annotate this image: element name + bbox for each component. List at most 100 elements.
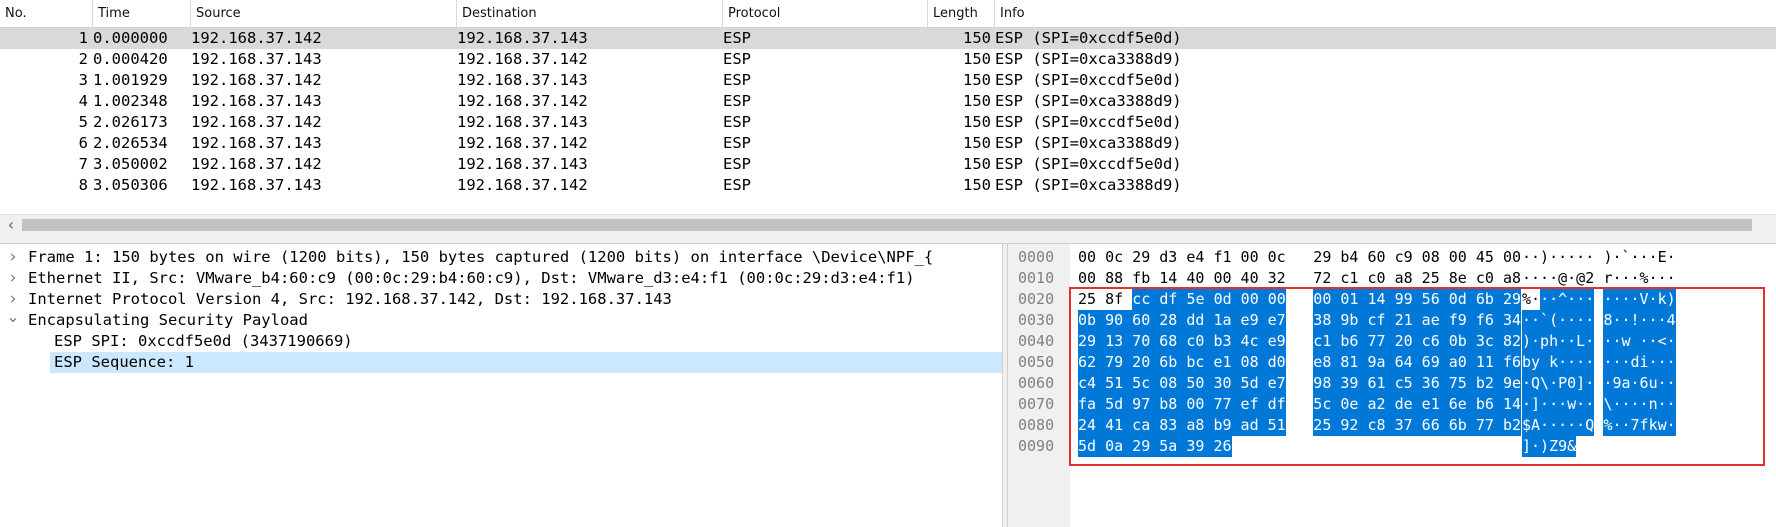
chevron-down-icon[interactable]: ⌄ — [6, 309, 20, 331]
detail-tree-item[interactable]: › Internet Protocol Version 4, Src: 192.1… — [0, 289, 1002, 310]
packet-protocol: ESP — [723, 176, 751, 194]
hex-row[interactable]: 0060 c4 51 5c 08 50 30 5d e7 98 39 61 c5 3… — [1008, 373, 1776, 394]
packet-row[interactable]: 6 2.026534 192.168.37.143 192.168.37.142 ESP… — [0, 133, 1776, 154]
detail-tree-item[interactable]: › Ethernet II, Src: VMware_b4:60:c9 (00:0… — [0, 268, 1002, 289]
column-header-destination[interactable]: Destination — [457, 0, 723, 28]
ascii-text-selected: ····V·k) — [1603, 289, 1676, 310]
packet-row[interactable]: 4 1.002348 192.168.37.143 192.168.37.142 ESP… — [0, 91, 1776, 112]
hex-bytes: 25 8f — [1078, 290, 1124, 308]
ascii-text-selected: ··w ··<· — [1603, 331, 1676, 352]
packet-destination: 192.168.37.142 — [457, 134, 588, 152]
packet-length: 150 — [963, 176, 991, 194]
packet-details-pane[interactable]: › Frame 1: 150 bytes on wire (1200 bits),… — [0, 244, 1002, 527]
ascii-text-selected: by k···· — [1522, 352, 1595, 373]
hex-bytes-selected: 5c 0e a2 de e1 6e b6 14 — [1313, 394, 1522, 415]
chevron-left-icon[interactable]: ‹ — [0, 215, 22, 235]
hex-row[interactable]: 0020 25 8f cc df 5e 0d 00 00 00 01 14 99 56… — [1008, 289, 1776, 310]
packet-destination: 192.168.37.143 — [457, 155, 588, 173]
hex-offset: 0010 — [1018, 269, 1055, 287]
pane-splitter[interactable] — [0, 234, 1776, 244]
packet-info: ESP (SPI=0xccdf5e0d) — [995, 71, 1182, 89]
packet-protocol: ESP — [723, 50, 751, 68]
hex-offset: 0030 — [1018, 311, 1055, 329]
detail-tree-subitem[interactable]: ESP Sequence: 1 — [0, 352, 1002, 373]
hex-bytes-selected: fa 5d 97 b8 00 77 ef df — [1078, 394, 1286, 415]
detail-tree-item[interactable]: ⌄ Encapsulating Security Payload — [0, 309, 1002, 331]
hex-bytes-selected: c1 b6 77 20 c6 0b 3c 82 — [1313, 331, 1522, 352]
chevron-right-icon[interactable]: › — [6, 247, 20, 268]
detail-tree-item[interactable]: › Frame 1: 150 bytes on wire (1200 bits),… — [0, 247, 1002, 268]
hex-bytes-selected: 29 13 70 68 c0 b3 4c e9 — [1078, 331, 1286, 352]
hex-row[interactable]: 0040 29 13 70 68 c0 b3 4c e9 c1 b6 77 20 c… — [1008, 331, 1776, 352]
packet-length: 150 — [963, 29, 991, 47]
ascii-text-selected: ··`(···· — [1522, 310, 1595, 331]
packet-info: ESP (SPI=0xccdf5e0d) — [995, 155, 1182, 173]
hex-row[interactable]: 0090 5d 0a 29 5a 39 26]·)Z9& — [1008, 436, 1776, 457]
packet-protocol: ESP — [723, 155, 751, 173]
packet-row[interactable]: 2 0.000420 192.168.37.143 192.168.37.142 ESP… — [0, 49, 1776, 70]
detail-tree-label: Internet Protocol Version 4, Src: 192.16… — [28, 290, 672, 308]
packet-row[interactable]: 8 3.050306 192.168.37.143 192.168.37.142 ESP… — [0, 175, 1776, 196]
column-header-time[interactable]: Time — [93, 0, 191, 28]
hex-row[interactable]: 0010 00 88 fb 14 40 00 40 32 72 c1 c0 a8 2… — [1008, 268, 1776, 289]
packet-time: 0.000000 — [93, 29, 168, 47]
ascii-text-selected: )·ph··L· — [1522, 331, 1595, 352]
scrollbar-thumb[interactable] — [22, 219, 1752, 231]
ascii-text: )·`···E· — [1603, 248, 1676, 266]
detail-tree-label: Ethernet II, Src: VMware_b4:60:c9 (00:0c… — [28, 269, 915, 287]
hex-bytes: 00 0c 29 d3 e4 f1 00 0c — [1078, 248, 1286, 266]
chevron-right-icon[interactable]: › — [6, 268, 20, 289]
packet-time: 3.050002 — [93, 155, 168, 173]
packet-source: 192.168.37.143 — [191, 92, 322, 110]
detail-tree-subitem[interactable]: ESP SPI: 0xccdf5e0d (3437190669) — [0, 331, 1002, 352]
packet-info: ESP (SPI=0xccdf5e0d) — [995, 29, 1182, 47]
ascii-text-selected: ·9a·6u·· — [1603, 373, 1676, 394]
packet-time: 2.026534 — [93, 134, 168, 152]
packet-info: ESP (SPI=0xca3388d9) — [995, 92, 1182, 110]
hex-row[interactable]: 0080 24 41 ca 83 a8 b9 ad 51 25 92 c8 37 6… — [1008, 415, 1776, 436]
column-header-source[interactable]: Source — [191, 0, 457, 28]
hex-row[interactable]: 0070 fa 5d 97 b8 00 77 ef df 5c 0e a2 de e… — [1008, 394, 1776, 415]
packet-no: 5 — [78, 113, 88, 131]
packet-row[interactable]: 3 1.001929 192.168.37.142 192.168.37.143 ESP… — [0, 70, 1776, 91]
packet-source: 192.168.37.142 — [191, 71, 322, 89]
hex-bytes-selected: 24 41 ca 83 a8 b9 ad 51 — [1078, 415, 1286, 436]
packet-no: 8 — [78, 176, 88, 194]
hex-row[interactable]: 0050 62 79 20 6b bc e1 08 d0 e8 81 9a 64 6… — [1008, 352, 1776, 373]
column-header-no[interactable]: No. — [0, 0, 93, 28]
packet-list[interactable]: No. Time Source Destination Protocol Len… — [0, 0, 1776, 214]
packet-bytes-pane[interactable]: 0000 00 0c 29 d3 e4 f1 00 0c 29 b4 60 c9 0… — [1008, 244, 1776, 527]
packet-row[interactable]: 1 0.000000 192.168.37.142 192.168.37.143 ESP… — [0, 28, 1776, 49]
ascii-text-selected: 8··!···4 — [1603, 310, 1676, 331]
hex-offset: 0070 — [1018, 395, 1055, 413]
detail-field-label: ESP SPI: 0xccdf5e0d (3437190669) — [54, 332, 353, 350]
hex-bytes: 72 c1 c0 a8 25 8e c0 a8 — [1313, 269, 1522, 287]
hex-bytes-selected: cc df 5e 0d 00 00 — [1132, 289, 1286, 310]
packet-protocol: ESP — [723, 92, 751, 110]
column-header-length[interactable]: Length — [928, 0, 995, 28]
ascii-text-selected: ]·)Z9& — [1522, 436, 1577, 457]
packet-source: 192.168.37.142 — [191, 29, 322, 47]
packet-no: 7 — [78, 155, 88, 173]
packet-source: 192.168.37.143 — [191, 50, 322, 68]
ascii-text-selected: \····n·· — [1603, 394, 1676, 415]
column-header-protocol[interactable]: Protocol — [723, 0, 928, 28]
packet-length: 150 — [963, 50, 991, 68]
packet-time: 0.000420 — [93, 50, 168, 68]
packet-list-scrollbar[interactable]: ‹ — [0, 214, 1776, 234]
packet-length: 150 — [963, 113, 991, 131]
packet-row[interactable]: 5 2.026173 192.168.37.142 192.168.37.143 ESP… — [0, 112, 1776, 133]
packet-length: 150 — [963, 155, 991, 173]
hex-bytes-selected: e8 81 9a 64 69 a0 11 f6 — [1313, 352, 1522, 373]
hex-offset: 0080 — [1018, 416, 1055, 434]
packet-source: 192.168.37.143 — [191, 176, 322, 194]
packet-time: 2.026173 — [93, 113, 168, 131]
packet-destination: 192.168.37.142 — [457, 50, 588, 68]
hex-offset: 0060 — [1018, 374, 1055, 392]
packet-row[interactable]: 7 3.050002 192.168.37.142 192.168.37.143 ESP… — [0, 154, 1776, 175]
detail-tree-label: Frame 1: 150 bytes on wire (1200 bits), … — [28, 248, 934, 266]
hex-row[interactable]: 0000 00 0c 29 d3 e4 f1 00 0c 29 b4 60 c9 0… — [1008, 247, 1776, 268]
hex-row[interactable]: 0030 0b 90 60 28 dd 1a e9 e7 38 9b cf 21 a… — [1008, 310, 1776, 331]
detail-tree-label: Encapsulating Security Payload — [28, 311, 308, 329]
column-header-info[interactable]: Info — [995, 0, 1776, 28]
